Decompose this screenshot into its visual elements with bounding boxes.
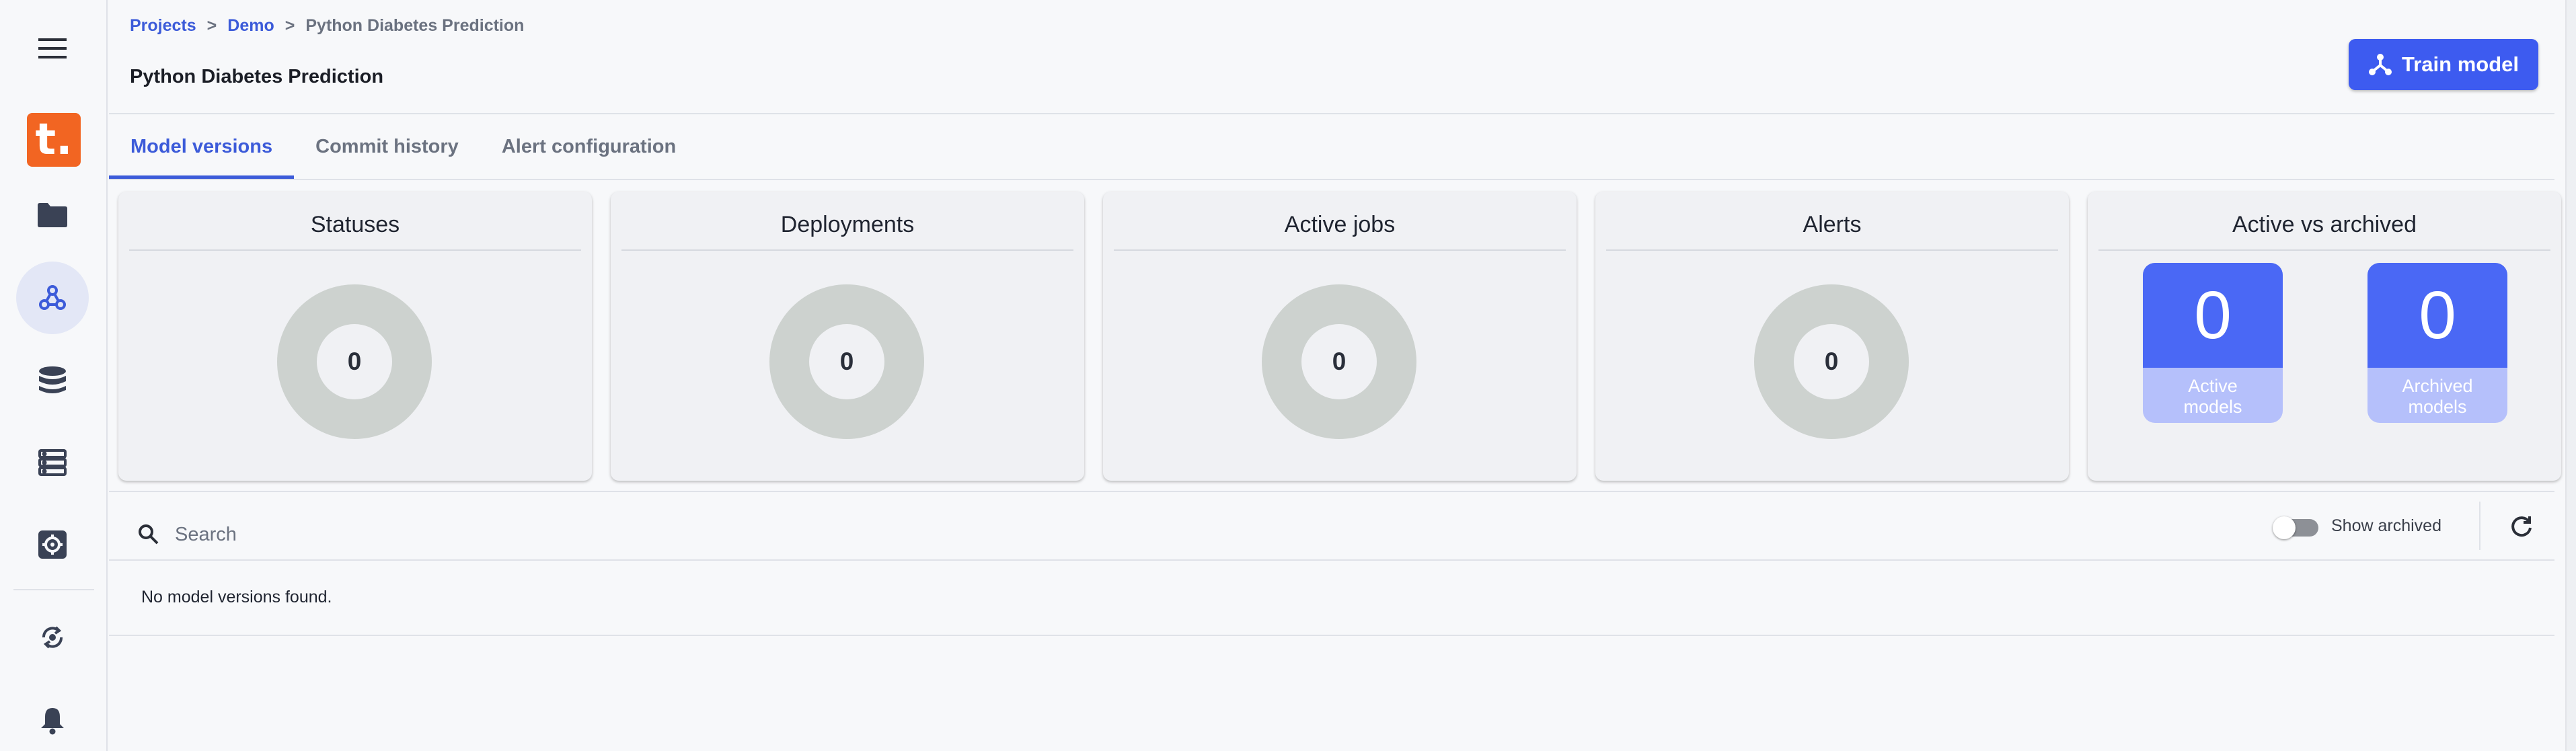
card-title: Alerts [1803,212,1862,237]
sidebar-item-data[interactable] [16,344,89,417]
donut-total: 0 [317,324,392,399]
active-vs-archived-card: Active vs archived 0 Active models 0 Arc… [2088,192,2561,481]
card-title: Deployments [780,212,915,237]
sidebar-item-servers[interactable] [16,426,89,499]
toolbar-separator [2479,502,2480,550]
sidebar: t. [0,0,108,751]
folder-icon [38,203,67,227]
sync-icon [42,626,63,649]
breadcrumb-separator: > [206,16,217,35]
archived-models-stat: 0 Archived models [2367,263,2507,423]
active-jobs-donut-chart: 0 [1262,284,1416,439]
deployments-donut-chart: 0 [769,284,924,439]
search-icon [139,524,159,545]
card-title: Active vs archived [2232,212,2417,237]
menu-button[interactable] [16,12,89,85]
statuses-donut-chart: 0 [277,284,432,439]
toggle-knob [2273,516,2296,539]
server-icon [38,449,67,476]
train-model-button[interactable]: Train model [2349,39,2538,90]
search-input[interactable] [175,518,1386,551]
card-divider [2098,249,2550,251]
stat-label-line: Active [2188,376,2238,396]
sidebar-item-settings[interactable] [16,508,89,581]
breadcrumb-separator: > [285,16,295,35]
refresh-icon[interactable] [2509,514,2534,539]
stat-label-line: models [2183,397,2242,417]
summary-cards: Statuses 0 Deployments 0 Active jobs 0 A… [118,192,2561,481]
sidebar-item-sync[interactable] [16,601,89,674]
archived-models-count: 0 [2367,263,2507,368]
stat-label-line: models [2408,397,2467,417]
active-models-count: 0 [2143,263,2283,368]
search-divider [109,559,2554,561]
active-models-stat: 0 Active models [2143,263,2283,423]
sidebar-item-alerts[interactable] [16,684,89,751]
empty-state-message: No model versions found. [141,588,332,606]
donut-total: 0 [1794,324,1869,399]
card-title: Active jobs [1284,212,1396,237]
card-divider [621,249,1073,251]
sidebar-divider [13,589,94,590]
models-icon [39,285,66,310]
tab-commit-history[interactable]: Commit history [294,114,480,179]
database-icon [39,366,66,393]
logo-letter: t. [35,115,73,165]
breadcrumb: Projects > Demo > Python Diabetes Predic… [130,16,524,36]
stat-label-line: Archived [2402,376,2473,396]
list-divider [109,635,2554,636]
sidebar-item-projects[interactable] [16,179,89,251]
tab-bar: Model versions Commit history Alert conf… [109,114,697,179]
alerts-donut-chart: 0 [1754,284,1909,439]
card-title: Statuses [310,212,400,237]
breadcrumb-projects[interactable]: Projects [130,16,196,36]
app-logo[interactable]: t. [27,113,81,167]
cards-divider [109,491,2554,492]
show-archived-label: Show archived [2331,516,2441,535]
active-jobs-card: Active jobs 0 [1103,192,1577,481]
card-divider [1606,249,2058,251]
card-divider [1114,249,1566,251]
page-title: Python Diabetes Prediction [130,66,384,87]
archived-models-label: Archived models [2367,368,2507,418]
donut-total: 0 [809,324,884,399]
statuses-card: Statuses 0 [118,192,592,481]
tabs-divider [109,179,2554,180]
model-fork-icon [2369,54,2392,75]
active-models-label: Active models [2143,368,2283,418]
sidebar-item-models[interactable] [16,262,89,334]
tab-model-versions[interactable]: Model versions [109,114,295,179]
tab-alert-configuration[interactable]: Alert configuration [480,114,697,179]
scrollbar[interactable] [2565,0,2576,751]
show-archived-toggle[interactable] [2273,515,2318,539]
settings-icon [38,530,67,559]
breadcrumb-current: Python Diabetes Prediction [305,16,525,35]
train-model-label: Train model [2402,52,2519,76]
menu-icon [38,38,67,58]
bell-icon [41,708,64,735]
donut-total: 0 [1301,324,1377,399]
card-divider [129,249,581,251]
breadcrumb-demo[interactable]: Demo [227,16,274,36]
main-content: Projects > Demo > Python Diabetes Predic… [109,0,2565,751]
deployments-card: Deployments 0 [611,192,1084,481]
alerts-card: Alerts 0 [1595,192,2069,481]
